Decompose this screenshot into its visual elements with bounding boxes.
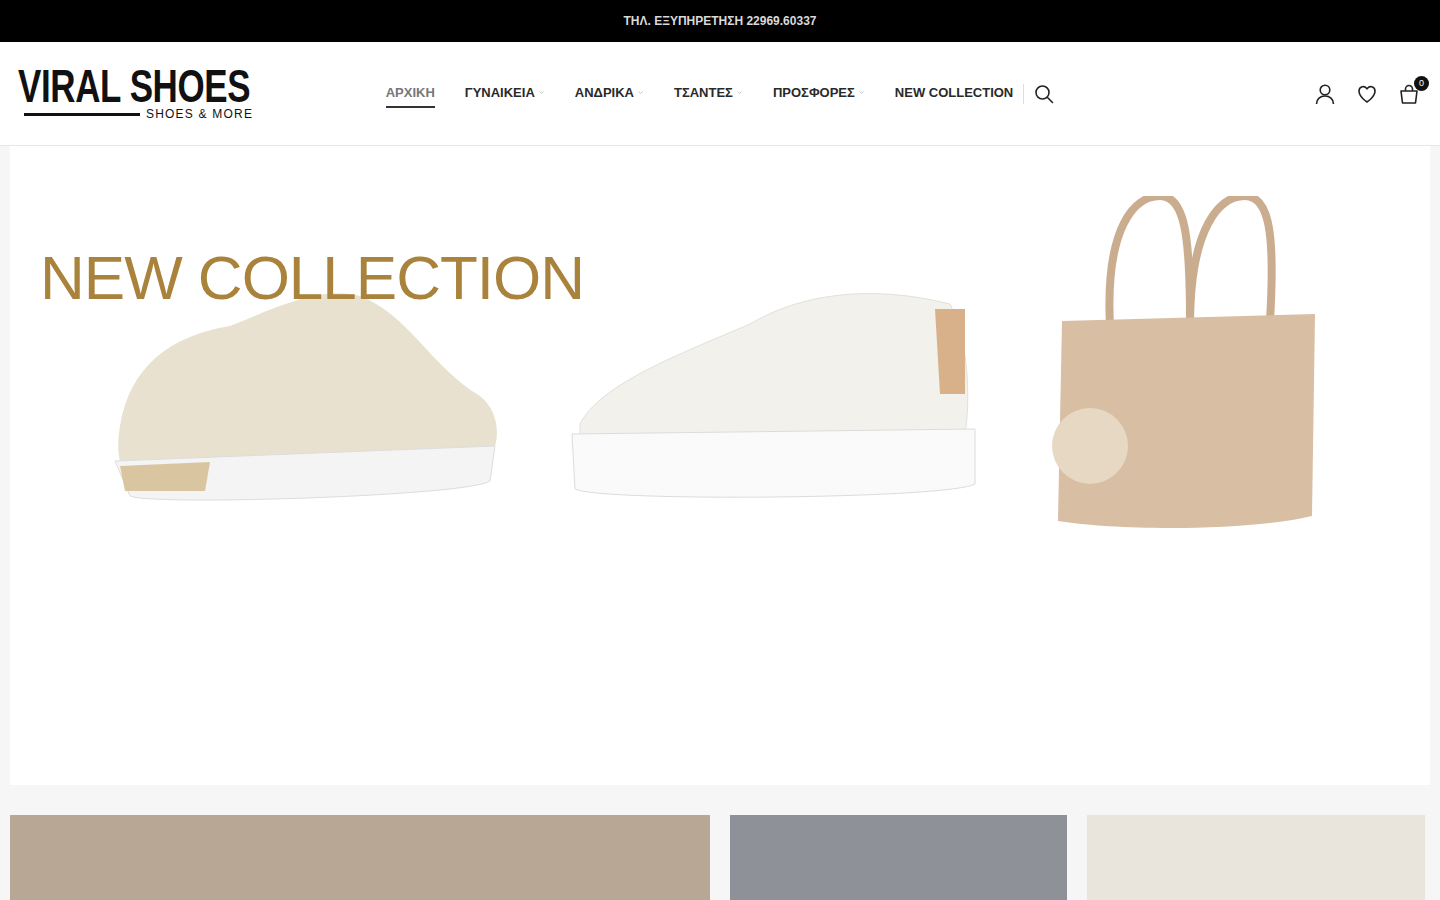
nav-label: ΠΡΟΣΦΟΡΕΣ <box>773 85 855 100</box>
category-cards <box>10 815 1425 900</box>
cart-count-badge: 0 <box>1414 76 1429 91</box>
site-header: VIRAL SHOESSHOES & MORE ΑΡΧΙΚΗ ΓΥΝΑΙΚΕΙΑ ΑΝ… <box>0 42 1440 146</box>
phone-text: ΤΗΛ. ΕΞΥΠΗΡΕΤΗΣΗ 22969.60337 <box>623 14 816 28</box>
main-nav: ΑΡΧΙΚΗ ΓΥΝΑΙΚΕΙΑ ΑΝΔΡΙΚΑ ΤΣΑΝΤΕΣ ΠΡΟΣΦΟΡΕΣ NE… <box>386 79 1055 108</box>
category-card[interactable] <box>10 815 710 900</box>
search-icon[interactable] <box>1034 84 1054 104</box>
logo-title: VIRAL SHOES <box>18 66 208 106</box>
logo[interactable]: VIRAL SHOESSHOES & MORE <box>18 66 268 121</box>
cart-button[interactable]: 0 <box>1398 83 1420 105</box>
user-icon <box>1314 83 1336 105</box>
hero-title[interactable]: NEW COLLECTION <box>40 242 584 313</box>
nav-item[interactable]: ΑΝΔΡΙΚΑ <box>575 79 644 108</box>
logo-row: SHOES & MORE <box>18 107 268 121</box>
product-image[interactable] <box>570 284 980 509</box>
chevron-down-icon <box>538 89 545 96</box>
product-image[interactable] <box>1050 196 1325 531</box>
logo-subtitle: SHOES & MORE <box>146 107 253 121</box>
chevron-down-icon <box>736 89 743 96</box>
nav-item[interactable]: NEW COLLECTION <box>895 79 1013 108</box>
handbag-image <box>1050 196 1325 531</box>
chevron-down-icon <box>637 89 644 96</box>
heart-icon <box>1356 83 1378 105</box>
logo-line <box>24 113 140 116</box>
account-button[interactable] <box>1314 83 1336 105</box>
nav-separator <box>1023 84 1024 104</box>
nav-label: ΑΡΧΙΚΗ <box>386 85 435 100</box>
category-card[interactable] <box>1087 815 1425 900</box>
nav-label: ΑΝΔΡΙΚΑ <box>575 85 634 100</box>
wishlist-button[interactable] <box>1356 83 1378 105</box>
category-card[interactable] <box>730 815 1067 900</box>
nav-label: NEW COLLECTION <box>895 85 1013 100</box>
nav-label: ΤΣΑΝΤΕΣ <box>674 85 733 100</box>
top-bar: ΤΗΛ. ΕΞΥΠΗΡΕΤΗΣΗ 22969.60337 <box>0 0 1440 42</box>
nav-item[interactable]: ΓΥΝΑΙΚΕΙΑ <box>465 79 545 108</box>
hero-banner: NEW COLLECTION <box>10 146 1430 785</box>
sneaker-image <box>570 284 980 509</box>
header-icons: 0 <box>1054 83 1422 105</box>
nav-item[interactable]: ΤΣΑΝΤΕΣ <box>674 79 743 108</box>
nav-item[interactable]: ΠΡΟΣΦΟΡΕΣ <box>773 79 865 108</box>
nav-item[interactable]: ΑΡΧΙΚΗ <box>386 79 435 108</box>
nav-label: ΓΥΝΑΙΚΕΙΑ <box>465 85 535 100</box>
chevron-down-icon <box>858 89 865 96</box>
